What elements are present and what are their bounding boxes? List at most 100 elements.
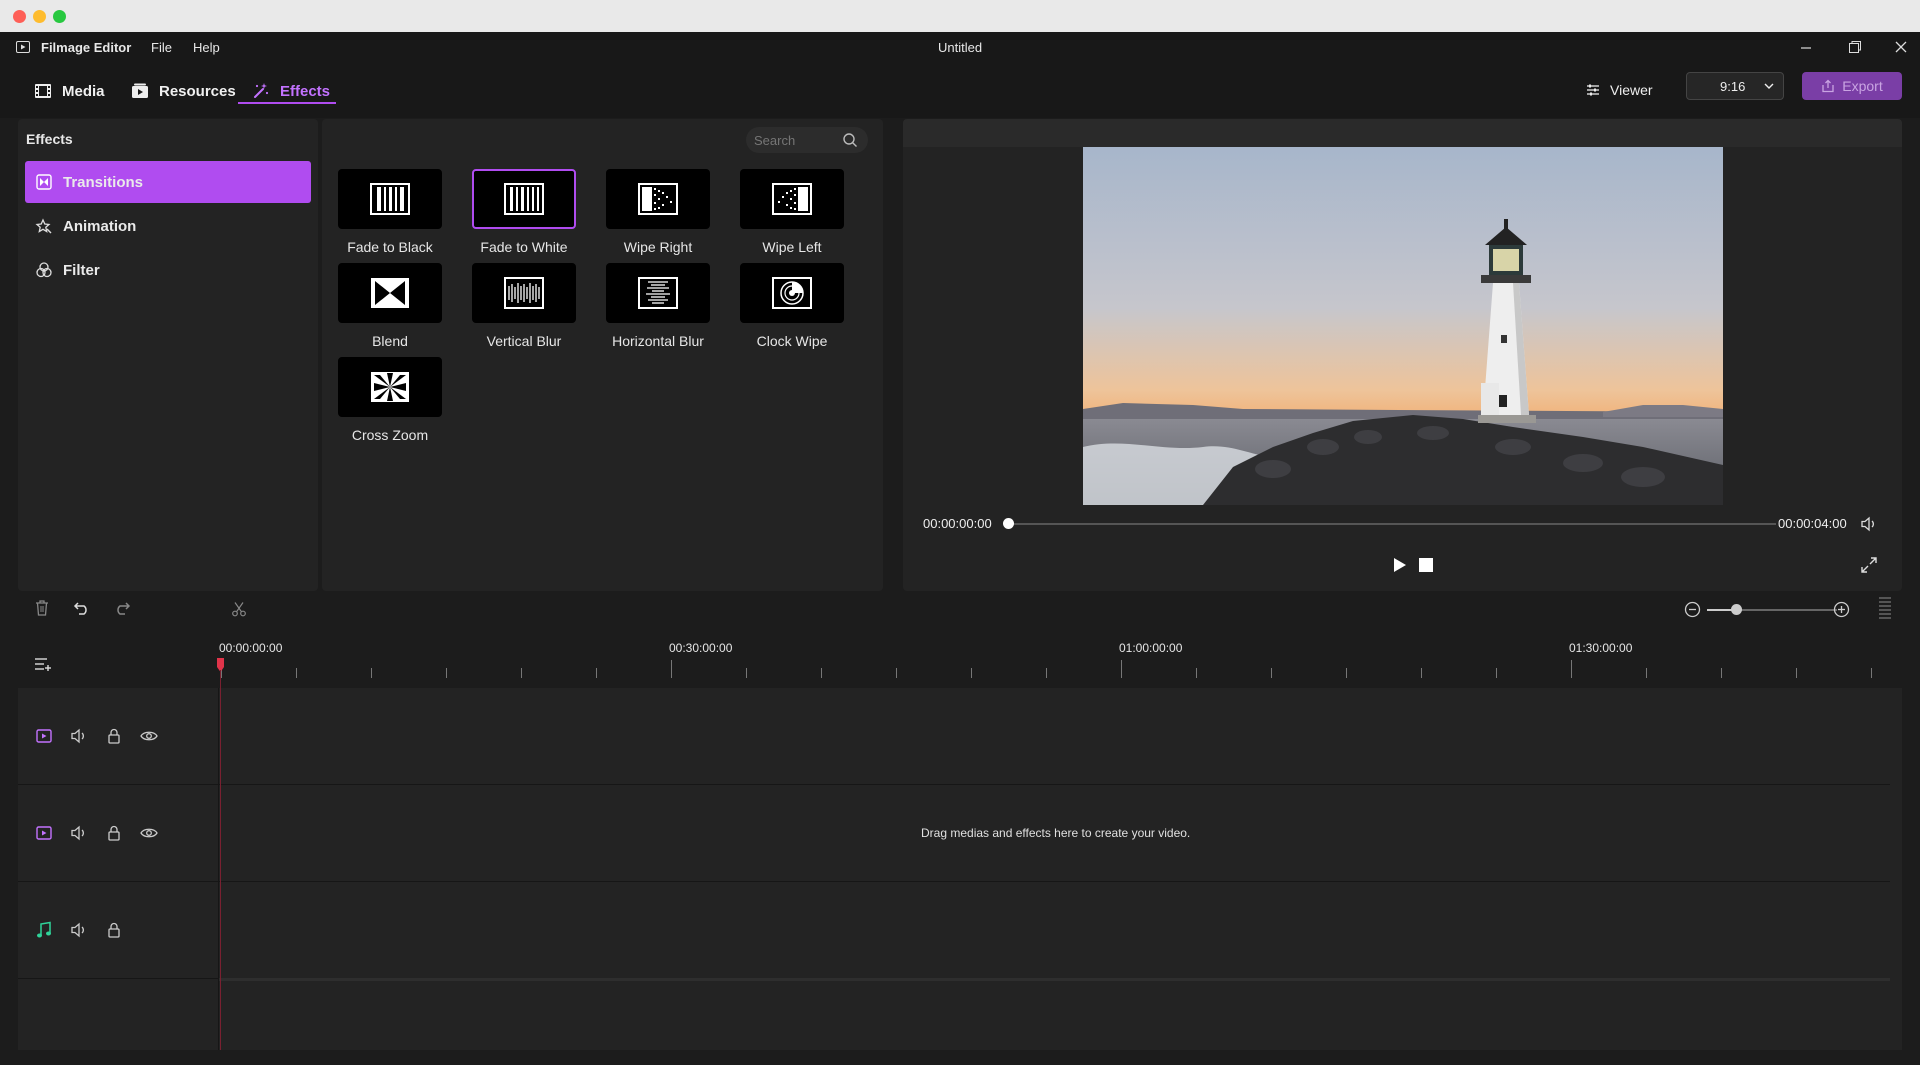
effects-title: Effects xyxy=(26,131,73,147)
lock-icon[interactable] xyxy=(104,823,124,843)
ruler-tick xyxy=(1421,668,1422,678)
visibility-eye-icon[interactable] xyxy=(139,823,159,843)
redo-icon[interactable] xyxy=(113,600,131,616)
effect-wipe-right[interactable]: Wipe Right xyxy=(606,169,710,255)
effect-label: Cross Zoom xyxy=(351,427,429,443)
sidebar-item-filter[interactable]: Filter xyxy=(25,249,311,291)
app-name: Filmage Editor xyxy=(41,40,132,55)
effect-vertical-blur[interactable]: Vertical Blur xyxy=(472,263,576,349)
restore-icon[interactable] xyxy=(1848,40,1862,54)
fade-to-black-icon xyxy=(370,183,410,215)
ruler-tick xyxy=(1796,668,1797,678)
music-note-icon xyxy=(37,921,51,938)
transitions-icon xyxy=(36,174,52,190)
app-bar: Filmage Editor File Help Untitled xyxy=(0,32,1920,62)
viewer-button[interactable]: Viewer xyxy=(1586,78,1653,102)
ruler-tick xyxy=(296,668,297,678)
tab-resources-label: Resources xyxy=(159,82,236,100)
active-tab-indicator xyxy=(238,102,336,104)
mute-icon[interactable] xyxy=(69,726,89,746)
zoom-slider[interactable] xyxy=(1707,604,1837,615)
ruler-tick xyxy=(896,668,897,678)
mute-icon[interactable] xyxy=(69,823,89,843)
sidebar-item-label: Filter xyxy=(63,261,100,279)
minimize-window-icon[interactable] xyxy=(33,10,46,23)
search-box xyxy=(746,127,868,153)
export-icon xyxy=(1822,79,1834,93)
undo-icon[interactable] xyxy=(73,600,91,616)
mute-icon[interactable] xyxy=(69,920,89,940)
close-icon[interactable] xyxy=(1894,40,1908,54)
aspect-ratio-select[interactable]: 9:16 xyxy=(1686,72,1784,100)
menu-help[interactable]: Help xyxy=(193,40,220,55)
stop-icon[interactable] xyxy=(1419,558,1433,572)
ruler-tick xyxy=(971,668,972,678)
effect-wipe-left[interactable]: Wipe Left xyxy=(740,169,844,255)
ruler-label: 00:30:00:00 xyxy=(669,641,733,655)
tab-media[interactable]: Media xyxy=(34,76,105,106)
playback-scrubber[interactable] xyxy=(1003,518,1776,529)
effect-label: Horizontal Blur xyxy=(612,333,704,349)
search-input[interactable] xyxy=(754,131,834,149)
video-track-2: Drag medias and effects here to create y… xyxy=(18,785,1890,882)
tab-resources[interactable]: Resources xyxy=(131,76,236,106)
minimize-icon[interactable] xyxy=(1800,43,1812,53)
effect-fade-to-white[interactable]: Fade to White xyxy=(472,169,576,255)
maximize-window-icon[interactable] xyxy=(53,10,66,23)
preview-image xyxy=(1083,147,1723,505)
lock-icon[interactable] xyxy=(104,726,124,746)
sidebar-item-animation[interactable]: Animation xyxy=(25,205,311,247)
effect-clock-wipe[interactable]: Clock Wipe xyxy=(740,263,844,349)
effect-cross-zoom[interactable]: Cross Zoom xyxy=(338,357,442,443)
track-divider xyxy=(218,978,1890,981)
current-time: 00:00:00:00 xyxy=(923,516,992,531)
effect-blend[interactable]: Blend xyxy=(338,263,442,349)
sidebar-item-label: Animation xyxy=(63,217,137,235)
play-icon[interactable] xyxy=(1393,557,1407,573)
animation-icon xyxy=(35,218,52,234)
fullscreen-icon[interactable] xyxy=(1861,557,1877,573)
zoom-out-icon[interactable] xyxy=(1684,601,1701,618)
visibility-eye-icon[interactable] xyxy=(139,726,159,746)
viewer-header xyxy=(903,119,1902,147)
sidebar-item-transitions[interactable]: Transitions xyxy=(25,161,311,203)
video-track-icon xyxy=(36,729,52,743)
scrubber-handle[interactable] xyxy=(1003,518,1014,529)
effects-sidebar: Effects Transitions Animation Filter xyxy=(18,119,318,591)
zoom-in-icon[interactable] xyxy=(1833,601,1850,618)
ruler-tick xyxy=(1196,668,1197,678)
effect-fade-to-black[interactable]: Fade to Black xyxy=(338,169,442,255)
ruler-tick xyxy=(371,668,372,678)
menu-file[interactable]: File xyxy=(151,40,172,55)
cross-zoom-icon xyxy=(371,372,409,402)
timeline-ruler: 00:00:00:00 00:30:00:00 01:00:00:00 01:3… xyxy=(18,630,1902,688)
ruler-tick xyxy=(1646,668,1647,678)
playhead-line xyxy=(220,670,221,1050)
ruler-tick xyxy=(446,668,447,678)
lock-icon[interactable] xyxy=(104,920,124,940)
clock-wipe-icon xyxy=(772,277,812,309)
horizontal-blur-icon xyxy=(638,277,678,309)
ruler-tick xyxy=(1721,668,1722,678)
delete-icon[interactable] xyxy=(34,599,50,617)
video-track-1 xyxy=(18,688,1890,785)
viewer-label: Viewer xyxy=(1610,82,1653,98)
export-button[interactable]: Export xyxy=(1802,72,1902,100)
wipe-right-icon xyxy=(638,183,678,215)
effect-horizontal-blur[interactable]: Horizontal Blur xyxy=(606,263,710,349)
ruler-tick xyxy=(521,668,522,678)
mac-title-bar xyxy=(0,0,1920,32)
ruler-tick xyxy=(1271,668,1272,678)
fade-to-white-icon xyxy=(504,183,544,215)
zoom-slider-handle[interactable] xyxy=(1731,604,1742,615)
document-title: Untitled xyxy=(938,40,983,55)
vertical-blur-icon xyxy=(504,277,544,309)
search-icon[interactable] xyxy=(842,132,858,148)
split-scissors-icon[interactable] xyxy=(231,601,247,617)
close-window-icon[interactable] xyxy=(13,10,26,23)
volume-icon[interactable] xyxy=(1860,515,1878,533)
effect-label: Wipe Right xyxy=(623,239,693,255)
add-track-icon[interactable] xyxy=(34,656,52,672)
panel-resize-handle[interactable] xyxy=(1879,597,1891,621)
blend-icon xyxy=(371,278,409,308)
